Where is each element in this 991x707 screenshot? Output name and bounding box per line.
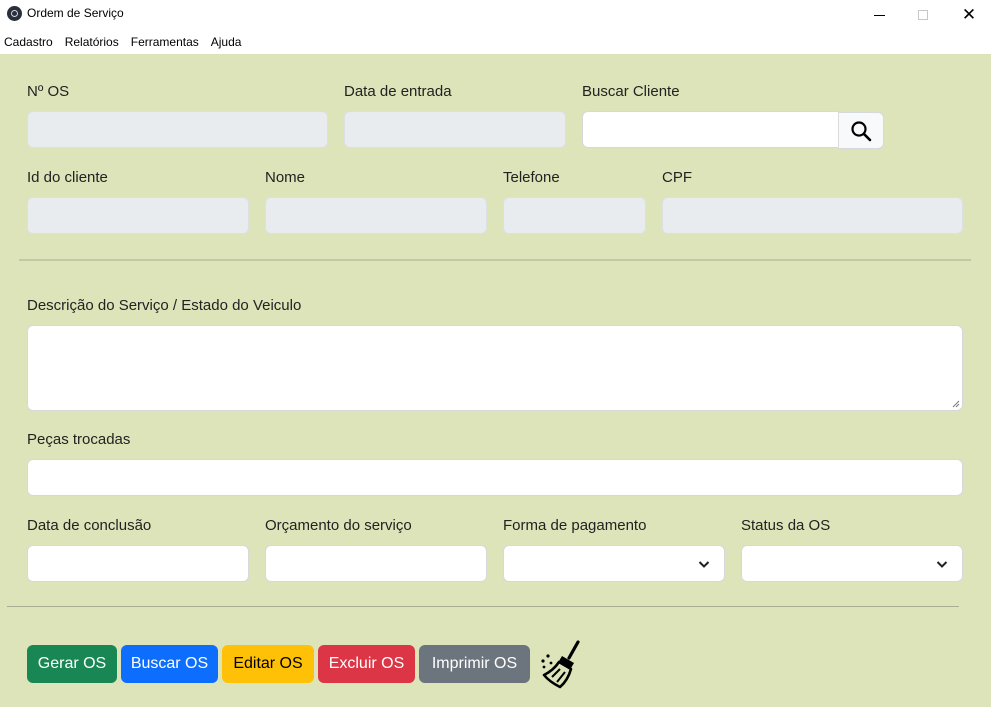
numero-os-label: Nº OS [27, 83, 70, 100]
imprimir-os-button[interactable]: Imprimir OS [419, 645, 530, 683]
status-os-select[interactable] [741, 545, 963, 582]
title-bar: Ordem de Serviço ✕ [0, 0, 991, 30]
chevron-down-icon [936, 561, 948, 568]
status-os-label: Status da OS [741, 517, 831, 534]
descricao-textarea[interactable] [27, 325, 963, 411]
descricao-label: Descrição do Serviço / Estado do Veiculo [27, 297, 302, 314]
broom-icon[interactable] [538, 636, 592, 690]
menu-ajuda[interactable]: Ajuda [211, 35, 242, 49]
pecas-field[interactable] [27, 459, 963, 496]
editar-os-button[interactable]: Editar OS [222, 645, 314, 683]
window-title: Ordem de Serviço [27, 6, 124, 20]
id-cliente-label: Id do cliente [27, 169, 108, 186]
orcamento-label: Orçamento do serviço [265, 517, 412, 534]
buttons-divider [7, 606, 959, 607]
menu-bar: Cadastro Relatórios Ferramentas Ajuda [0, 30, 991, 54]
chevron-down-icon [698, 561, 710, 568]
nome-label: Nome [265, 169, 306, 186]
gerar-os-button[interactable]: Gerar OS [27, 645, 117, 683]
excluir-os-button[interactable]: Excluir OS [318, 645, 415, 683]
data-conclusao-field[interactable] [27, 545, 249, 582]
data-conclusao-label: Data de conclusão [27, 517, 152, 534]
orcamento-field[interactable] [265, 545, 487, 582]
menu-cadastro[interactable]: Cadastro [4, 35, 53, 49]
data-entrada-label: Data de entrada [344, 83, 452, 100]
close-button[interactable]: ✕ [946, 0, 991, 30]
telefone-field[interactable] [503, 197, 646, 234]
menu-relatorios[interactable]: Relatórios [65, 35, 119, 49]
telefone-label: Telefone [503, 169, 560, 186]
forma-pagamento-label: Forma de pagamento [503, 517, 647, 534]
buscar-cliente-label: Buscar Cliente [582, 83, 680, 100]
buscar-os-button[interactable]: Buscar OS [121, 645, 218, 683]
maximize-button[interactable] [900, 0, 946, 30]
minimize-button[interactable] [856, 0, 902, 30]
buscar-cliente-button[interactable] [838, 112, 884, 149]
search-icon [851, 120, 872, 141]
nome-field[interactable] [265, 197, 487, 234]
resize-grip-icon[interactable] [952, 400, 960, 408]
id-cliente-field[interactable] [27, 197, 249, 234]
forma-pagamento-select[interactable] [503, 545, 725, 582]
close-icon: ✕ [961, 4, 977, 25]
minimize-icon [873, 14, 885, 16]
cpf-label: CPF [662, 169, 692, 186]
os-form: Nº OS Data de entrada Buscar Cliente Id … [0, 54, 991, 707]
menu-ferramentas[interactable]: Ferramentas [131, 35, 199, 49]
data-entrada-field[interactable] [344, 111, 566, 148]
buscar-cliente-input[interactable] [582, 111, 839, 148]
maximize-icon [918, 10, 928, 20]
section-divider [19, 259, 971, 261]
electron-atom-icon [7, 6, 22, 21]
cpf-field[interactable] [662, 197, 963, 234]
numero-os-field[interactable] [27, 111, 328, 148]
pecas-label: Peças trocadas [27, 431, 131, 448]
